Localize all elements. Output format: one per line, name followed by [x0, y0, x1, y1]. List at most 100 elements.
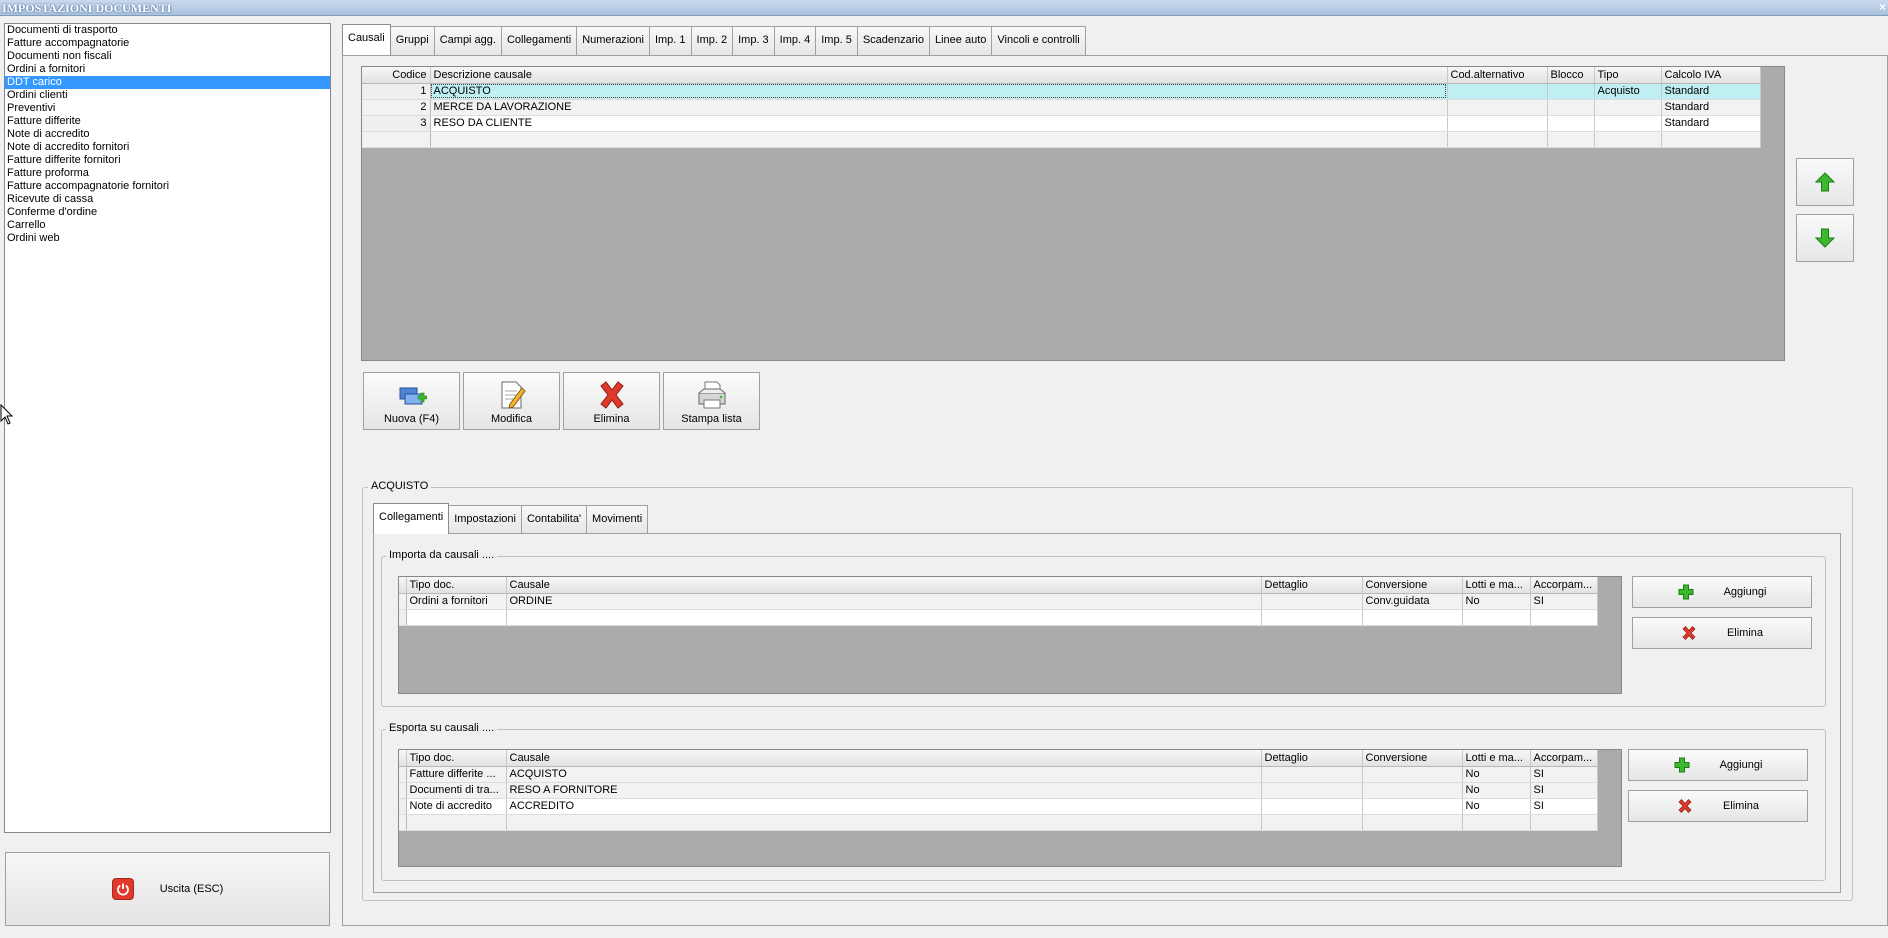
tab-causali[interactable]: Causali — [342, 24, 391, 55]
cell-empty[interactable] — [506, 814, 1262, 831]
new-button[interactable]: Nuova (F4) — [363, 372, 460, 430]
cell-calcolo-iva[interactable]: Standard — [1661, 115, 1761, 132]
tab-imp-1[interactable]: Imp. 1 — [648, 26, 692, 55]
cell-cod-alternativo[interactable] — [1447, 99, 1548, 116]
export-grid[interactable]: Tipo doc. Causale Dettaglio Conversione … — [398, 749, 1622, 867]
export-add-button[interactable]: Aggiungi — [1628, 749, 1808, 781]
cell-descrizione[interactable]: ACQUISTO — [430, 83, 1448, 100]
cell-tipo[interactable] — [1594, 99, 1662, 116]
cell-tipo-doc[interactable]: Note di accredito — [406, 798, 507, 815]
tab-detail-movimenti[interactable]: Movimenti — [586, 505, 649, 534]
column-header[interactable]: Accorpam... — [1530, 750, 1598, 767]
cell-tipo-doc[interactable]: Fatture differite ... — [406, 766, 507, 783]
cell-tipo[interactable]: Acquisto — [1594, 83, 1662, 100]
list-item[interactable]: Conferme d'ordine — [5, 206, 330, 219]
cell-causale[interactable]: RESO A FORNITORE — [506, 782, 1262, 799]
column-header[interactable]: Dettaglio — [1261, 577, 1363, 594]
cell-dettaglio[interactable] — [1261, 766, 1363, 783]
column-header[interactable]: Blocco — [1547, 67, 1595, 84]
column-header[interactable]: Tipo — [1594, 67, 1662, 84]
cell-empty[interactable] — [430, 131, 1448, 148]
table-row[interactable]: 2 MERCE DA LAVORAZIONE Standard — [362, 99, 1761, 116]
close-icon[interactable]: × — [1879, 0, 1886, 14]
column-header[interactable]: Lotti e ma... — [1462, 750, 1531, 767]
cell-calcolo-iva[interactable]: Standard — [1661, 83, 1761, 100]
cell-accorpam[interactable]: SI — [1530, 798, 1598, 815]
tab-collegamenti[interactable]: Collegamenti — [500, 26, 578, 55]
cell-empty[interactable] — [1594, 131, 1662, 148]
cell-lotti[interactable]: No — [1462, 766, 1531, 783]
tab-vincoli-controlli[interactable]: Vincoli e controlli — [991, 26, 1086, 55]
column-header[interactable]: Causale — [506, 750, 1262, 767]
table-row[interactable]: Ordini a fornitori ORDINE Conv.guidata N… — [399, 593, 1598, 610]
cell-causale[interactable]: ACQUISTO — [506, 766, 1262, 783]
table-row-empty[interactable] — [399, 814, 1598, 831]
cell-dettaglio[interactable] — [1261, 798, 1363, 815]
list-item[interactable]: Ordini a fornitori — [5, 63, 330, 76]
tab-scadenzario[interactable]: Scadenzario — [856, 26, 930, 55]
causali-grid[interactable]: Codice Descrizione causale Cod.alternati… — [361, 66, 1785, 361]
cell-blocco[interactable] — [1547, 83, 1595, 100]
list-item[interactable]: Fatture proforma — [5, 167, 330, 180]
cell-empty[interactable] — [1530, 609, 1598, 626]
cell-empty[interactable] — [406, 609, 507, 626]
cell-blocco[interactable] — [1547, 115, 1595, 132]
cell-empty[interactable] — [506, 609, 1262, 626]
column-header[interactable]: Tipo doc. — [406, 577, 507, 594]
cell-dettaglio[interactable] — [1261, 593, 1363, 610]
column-header[interactable]: Cod.alternativo — [1447, 67, 1548, 84]
cell-conversione[interactable] — [1362, 782, 1463, 799]
table-row-empty[interactable] — [399, 609, 1598, 626]
tab-imp-3[interactable]: Imp. 3 — [732, 26, 775, 55]
column-header[interactable]: Tipo doc. — [406, 750, 507, 767]
list-item[interactable]: Fatture accompagnatorie fornitori — [5, 180, 330, 193]
column-header[interactable]: Causale — [506, 577, 1262, 594]
table-row[interactable]: Note di accredito ACCREDITO No SI — [399, 798, 1598, 815]
cell-empty[interactable] — [1661, 131, 1761, 148]
cell-empty[interactable] — [1362, 609, 1463, 626]
list-item[interactable]: Fatture accompagnatorie — [5, 37, 330, 50]
cell-conversione[interactable] — [1362, 798, 1463, 815]
cell-empty[interactable] — [362, 131, 431, 148]
tab-detail-impostazioni[interactable]: Impostazioni — [448, 505, 522, 534]
import-delete-button[interactable]: Elimina — [1632, 617, 1812, 649]
cell-lotti[interactable]: No — [1462, 798, 1531, 815]
list-item[interactable]: Ricevute di cassa — [5, 193, 330, 206]
cell-dettaglio[interactable] — [1261, 782, 1363, 799]
table-row[interactable]: 1 ACQUISTO Acquisto Standard — [362, 83, 1761, 100]
cell-empty[interactable] — [1462, 609, 1531, 626]
import-grid[interactable]: Tipo doc. Causale Dettaglio Conversione … — [398, 576, 1622, 694]
cell-lotti[interactable]: No — [1462, 593, 1531, 610]
print-list-button[interactable]: Stampa lista — [663, 372, 760, 430]
cell-empty[interactable] — [1530, 814, 1598, 831]
cell-tipo-doc[interactable]: Documenti di tra... — [406, 782, 507, 799]
edit-button[interactable]: Modifica — [463, 372, 560, 430]
cell-descrizione[interactable]: RESO DA CLIENTE — [430, 115, 1448, 132]
cell-cod-alternativo[interactable] — [1447, 83, 1548, 100]
cell-tipo[interactable] — [1594, 115, 1662, 132]
tab-numerazioni[interactable]: Numerazioni — [576, 26, 650, 55]
tab-imp-5[interactable]: Imp. 5 — [815, 26, 858, 55]
cell-empty[interactable] — [1462, 814, 1531, 831]
list-item[interactable]: Ordini web — [5, 232, 330, 245]
column-header[interactable]: Codice — [362, 67, 431, 84]
table-row-empty[interactable] — [362, 131, 1761, 148]
cell-tipo-doc[interactable]: Ordini a fornitori — [406, 593, 507, 610]
delete-button[interactable]: Elimina — [563, 372, 660, 430]
cell-accorpam[interactable]: SI — [1530, 593, 1598, 610]
tab-detail-collegamenti[interactable]: Collegamenti — [373, 503, 450, 534]
tab-imp-4[interactable]: Imp. 4 — [773, 26, 817, 55]
tab-campi-agg[interactable]: Campi agg. — [433, 26, 502, 55]
list-item[interactable]: Fatture differite — [5, 115, 330, 128]
cell-conversione[interactable]: Conv.guidata — [1362, 593, 1463, 610]
move-up-button[interactable] — [1796, 158, 1854, 206]
cell-empty[interactable] — [1362, 814, 1463, 831]
cell-causale[interactable]: ACCREDITO — [506, 798, 1262, 815]
cell-codice[interactable]: 2 — [362, 99, 431, 116]
list-item[interactable]: Fatture differite fornitori — [5, 154, 330, 167]
move-down-button[interactable] — [1796, 214, 1854, 262]
table-row[interactable]: 3 RESO DA CLIENTE Standard — [362, 115, 1761, 132]
cell-descrizione[interactable]: MERCE DA LAVORAZIONE — [430, 99, 1448, 116]
table-row[interactable]: Fatture differite ... ACQUISTO No SI — [399, 766, 1598, 783]
cell-accorpam[interactable]: SI — [1530, 766, 1598, 783]
